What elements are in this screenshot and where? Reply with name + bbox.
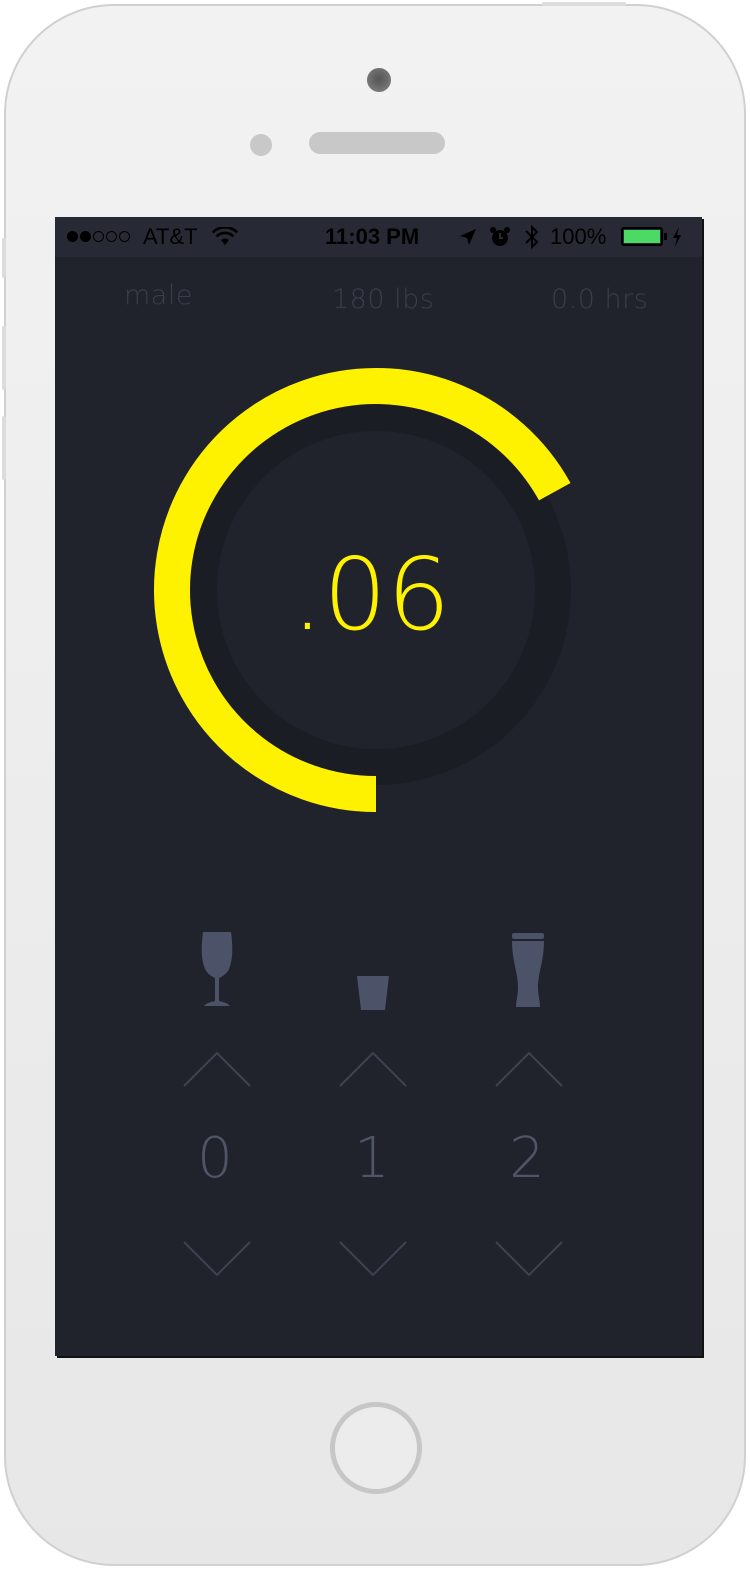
shot-increment-button[interactable] — [338, 1050, 408, 1090]
shot-count: 1 — [354, 1126, 390, 1191]
mute-switch — [2, 238, 6, 278]
bac-value: .06 — [291, 536, 451, 653]
power-button — [542, 2, 626, 6]
volume-up-button — [2, 326, 6, 390]
shot-glass-icon[interactable] — [355, 974, 391, 1012]
app-screen: AT&T 11:03 PM 100% male 180 lbs 0.0 hrs — [55, 217, 702, 1356]
shot-decrement-button[interactable] — [338, 1238, 408, 1278]
home-button[interactable] — [330, 1402, 422, 1494]
wine-increment-button[interactable] — [182, 1050, 252, 1090]
wine-count: 0 — [197, 1126, 233, 1191]
wine-glass-icon[interactable] — [197, 929, 237, 1009]
earpiece-speaker — [309, 132, 445, 154]
beer-glass-icon[interactable] — [508, 931, 548, 1011]
beer-count: 2 — [509, 1126, 545, 1191]
beer-increment-button[interactable] — [494, 1050, 564, 1090]
proximity-sensor — [250, 134, 272, 156]
volume-down-button — [2, 416, 6, 480]
wine-decrement-button[interactable] — [182, 1238, 252, 1278]
front-camera — [367, 68, 391, 92]
beer-decrement-button[interactable] — [494, 1238, 564, 1278]
